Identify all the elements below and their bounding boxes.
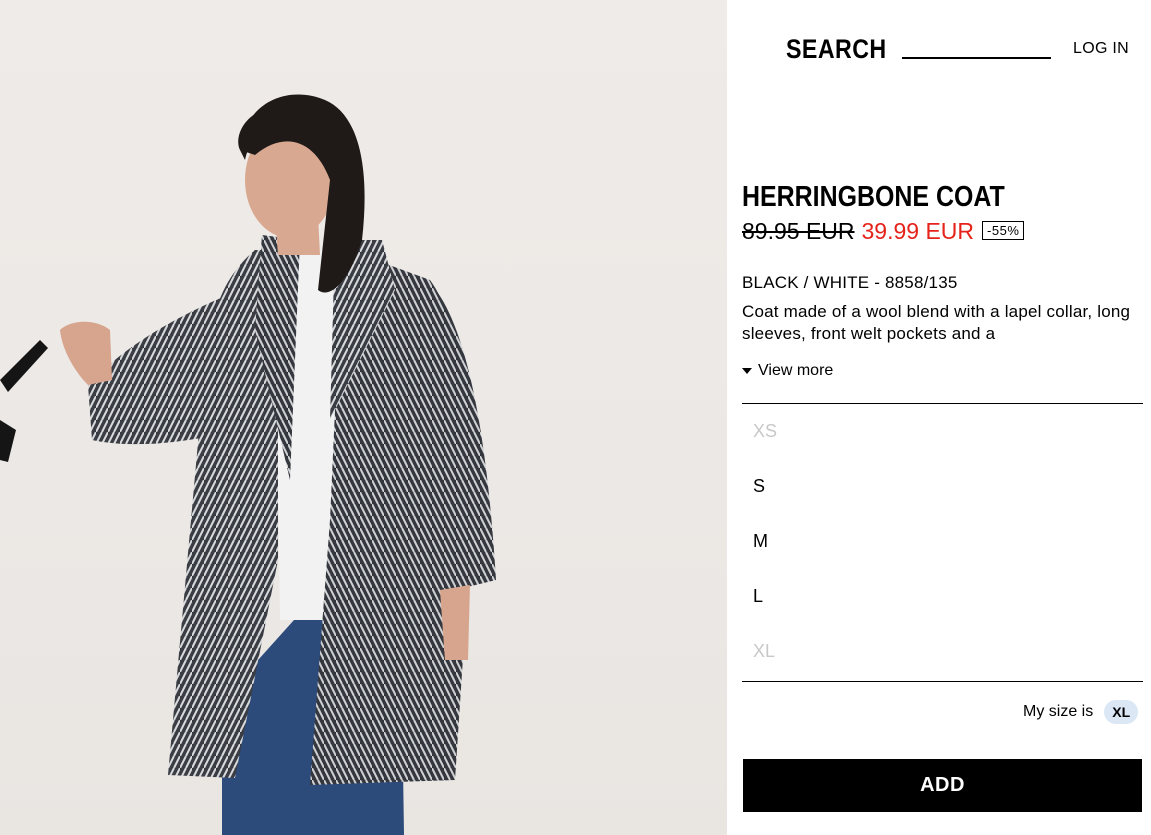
size-option-l[interactable]: L [742, 569, 1143, 624]
my-size-recommendation: My size is XL [1023, 700, 1139, 724]
size-label: M [753, 531, 768, 551]
size-option-xs[interactable]: XS [742, 404, 1143, 459]
caret-down-icon [742, 368, 752, 374]
color-reference: BLACK / WHITE - 8858/135 [742, 273, 958, 292]
my-size-badge[interactable]: XL [1104, 700, 1139, 724]
product-title: HERRINGBONE COAT [742, 181, 1005, 213]
add-to-cart-button[interactable]: ADD [743, 759, 1142, 812]
product-image-model [0, 94, 496, 835]
product-image[interactable] [0, 0, 727, 835]
old-price: 89.95 EUR [742, 218, 855, 244]
view-more-label: View more [758, 362, 834, 379]
price-row: 89.95 EUR 39.99 EUR -55% [742, 218, 1025, 248]
size-label: XS [753, 421, 778, 441]
search-input-underline[interactable] [902, 57, 1051, 59]
size-selector: XS S M L XL [742, 403, 1143, 682]
size-label: L [753, 586, 764, 606]
my-size-label: My size is [1023, 703, 1094, 720]
size-option-s[interactable]: S [742, 459, 1143, 514]
product-description: Coat made of a wool blend with a lapel c… [742, 302, 1131, 343]
sale-price: 39.99 EUR [861, 218, 975, 244]
size-option-xl[interactable]: XL [742, 624, 1143, 679]
login-link[interactable]: LOG IN [1073, 40, 1129, 58]
size-option-m[interactable]: M [742, 514, 1143, 569]
size-label: S [753, 476, 766, 496]
discount-badge: -55% [982, 221, 1025, 240]
size-label: XL [753, 641, 776, 661]
search-label[interactable]: SEARCH [786, 34, 887, 65]
view-more-link[interactable]: View more [742, 362, 833, 380]
